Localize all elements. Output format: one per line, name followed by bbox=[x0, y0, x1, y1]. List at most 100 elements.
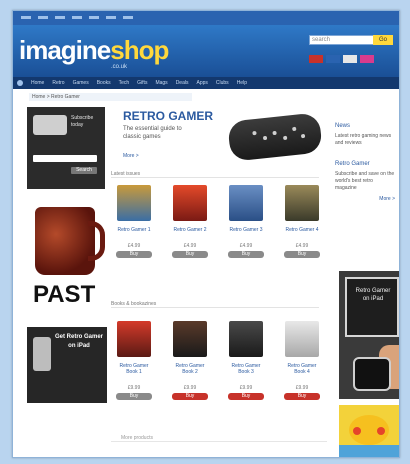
feature-link[interactable]: More > bbox=[123, 153, 139, 159]
ipad-icon bbox=[33, 337, 51, 371]
ipad-promo[interactable]: Get Retro Gamer on iPad bbox=[27, 327, 107, 403]
product-card[interactable]: Retro Gamer Book 4 £9.99 Buy bbox=[283, 321, 321, 400]
product-price: £4.99 bbox=[183, 243, 197, 249]
main-nav: Home Retro Games Books Tech Gifts Mags D… bbox=[13, 77, 399, 89]
product-name[interactable]: Retro Gamer Book 2 bbox=[171, 363, 209, 375]
sidebar-link[interactable]: More > bbox=[335, 196, 395, 202]
promo-text: Subscribe today bbox=[71, 115, 94, 128]
product-price: £9.99 bbox=[295, 385, 309, 391]
breadcrumb[interactable]: Home > Retro Gamer bbox=[29, 93, 192, 101]
product-thumbnail[interactable] bbox=[285, 321, 319, 357]
nav-item[interactable]: Deals bbox=[176, 80, 189, 86]
sidebar-heading: News bbox=[335, 123, 351, 129]
product-name[interactable]: Retro Gamer 2 bbox=[171, 227, 209, 233]
product-thumbnail[interactable] bbox=[229, 185, 263, 221]
nav-item[interactable]: Mags bbox=[155, 80, 167, 86]
site-logo[interactable]: imagineshop bbox=[19, 35, 169, 66]
product-row: Retro Gamer Book 1 £9.99 Buy Retro Gamer… bbox=[115, 321, 321, 400]
product-card[interactable]: Retro Gamer 2 £4.99 Buy bbox=[171, 185, 209, 258]
product-card[interactable]: Retro Gamer 3 £4.99 Buy bbox=[227, 185, 265, 258]
product-price: £4.99 bbox=[127, 243, 141, 249]
nav-item[interactable]: Help bbox=[237, 80, 247, 86]
past-heading: PAST bbox=[33, 281, 96, 308]
mug-image[interactable] bbox=[35, 207, 105, 275]
flag-icon[interactable] bbox=[309, 55, 323, 63]
flag-icon[interactable] bbox=[326, 55, 340, 63]
ipad-promo-text: Get Retro Gamer on iPad bbox=[55, 334, 104, 349]
footer-heading: More products bbox=[121, 435, 153, 441]
subscribe-promo[interactable]: Subscribe today Search bbox=[27, 107, 105, 189]
footer-divider bbox=[111, 441, 327, 442]
flag-icon[interactable] bbox=[360, 55, 374, 63]
site-header: imagineshop .co.uk search Go bbox=[13, 25, 399, 77]
product-card[interactable]: Retro Gamer 4 £4.99 Buy bbox=[283, 185, 321, 258]
ad-banner-bar bbox=[339, 445, 399, 457]
buy-button[interactable]: Buy bbox=[228, 393, 264, 400]
product-price: £4.99 bbox=[239, 243, 253, 249]
product-name[interactable]: Retro Gamer Book 3 bbox=[227, 363, 265, 375]
nav-item[interactable]: Retro bbox=[52, 80, 64, 86]
tablet-ad-text: Retro Gamer on iPad bbox=[355, 288, 391, 302]
right-sidebar: News Latest retro gaming news and review… bbox=[335, 123, 395, 202]
buy-button[interactable]: Buy bbox=[116, 251, 152, 258]
nav-item[interactable]: Tech bbox=[119, 80, 130, 86]
product-thumbnail[interactable] bbox=[173, 185, 207, 221]
nav-item[interactable]: Home bbox=[31, 80, 44, 86]
logo-suffix: .co.uk bbox=[111, 64, 128, 70]
currency-flags[interactable] bbox=[309, 55, 374, 63]
product-price: £9.99 bbox=[183, 385, 197, 391]
cheek-icon bbox=[353, 427, 361, 435]
nav-item[interactable]: Books bbox=[97, 80, 111, 86]
tablet-ad[interactable]: Retro Gamer on iPad bbox=[339, 271, 399, 399]
nav-item[interactable]: Games bbox=[73, 80, 89, 86]
nav-item[interactable]: Gifts bbox=[137, 80, 147, 86]
controller-image bbox=[227, 112, 323, 162]
product-thumbnail[interactable] bbox=[117, 321, 151, 357]
product-card[interactable]: Retro Gamer Book 2 £9.99 Buy bbox=[171, 321, 209, 400]
buy-button[interactable]: Buy bbox=[116, 393, 152, 400]
product-thumbnail[interactable] bbox=[173, 321, 207, 357]
search-button[interactable]: Go bbox=[373, 35, 393, 45]
section-heading: Latest issues bbox=[111, 171, 319, 178]
feature-banner[interactable]: RETRO GAMER The essential guide to class… bbox=[111, 107, 323, 165]
pokemon-ad[interactable] bbox=[339, 405, 399, 457]
top-bar bbox=[13, 11, 399, 25]
nav-item[interactable]: Clubs bbox=[216, 80, 229, 86]
buy-button[interactable]: Buy bbox=[172, 251, 208, 258]
buy-button[interactable]: Buy bbox=[172, 393, 208, 400]
flag-icon[interactable] bbox=[343, 55, 357, 63]
product-price: £4.99 bbox=[295, 243, 309, 249]
sidebar-heading: Retro Gamer bbox=[335, 161, 370, 167]
product-thumbnail[interactable] bbox=[229, 321, 263, 357]
search-input[interactable]: search bbox=[309, 35, 375, 45]
home-icon[interactable] bbox=[17, 80, 23, 86]
product-thumbnail[interactable] bbox=[285, 185, 319, 221]
product-card[interactable]: Retro Gamer 1 £4.99 Buy bbox=[115, 185, 153, 258]
product-row: Retro Gamer 1 £4.99 Buy Retro Gamer 2 £4… bbox=[115, 185, 321, 258]
promo-input[interactable] bbox=[33, 155, 97, 162]
tablet-screen-icon: Retro Gamer on iPad bbox=[345, 277, 399, 337]
product-name[interactable]: Retro Gamer 4 bbox=[283, 227, 321, 233]
feature-description: The essential guide to classic games bbox=[123, 126, 182, 140]
product-name[interactable]: Retro Gamer 3 bbox=[227, 227, 265, 233]
product-name[interactable]: Retro Gamer Book 4 bbox=[283, 363, 321, 375]
cheek-icon bbox=[377, 427, 385, 435]
product-name[interactable]: Retro Gamer Book 1 bbox=[115, 363, 153, 375]
product-name[interactable]: Retro Gamer 1 bbox=[115, 227, 153, 233]
promo-button[interactable]: Search bbox=[71, 167, 97, 174]
phone-icon bbox=[353, 357, 391, 391]
product-thumbnail[interactable] bbox=[117, 185, 151, 221]
product-card[interactable]: Retro Gamer Book 3 £9.99 Buy bbox=[227, 321, 265, 400]
nav-item[interactable]: Apps bbox=[196, 80, 207, 86]
browser-page: imagineshop .co.uk search Go Home Retro … bbox=[12, 10, 400, 458]
top-links[interactable] bbox=[21, 16, 133, 19]
feature-title: RETRO GAMER bbox=[123, 109, 213, 123]
buy-button[interactable]: Buy bbox=[284, 251, 320, 258]
buy-button[interactable]: Buy bbox=[284, 393, 320, 400]
buy-button[interactable]: Buy bbox=[228, 251, 264, 258]
sidebar-text: Subscribe and save on the world's best r… bbox=[335, 171, 395, 191]
product-price: £9.99 bbox=[127, 385, 141, 391]
product-price: £9.99 bbox=[239, 385, 253, 391]
product-card[interactable]: Retro Gamer Book 1 £9.99 Buy bbox=[115, 321, 153, 400]
sidebar-text: Latest retro gaming news and reviews bbox=[335, 133, 392, 146]
